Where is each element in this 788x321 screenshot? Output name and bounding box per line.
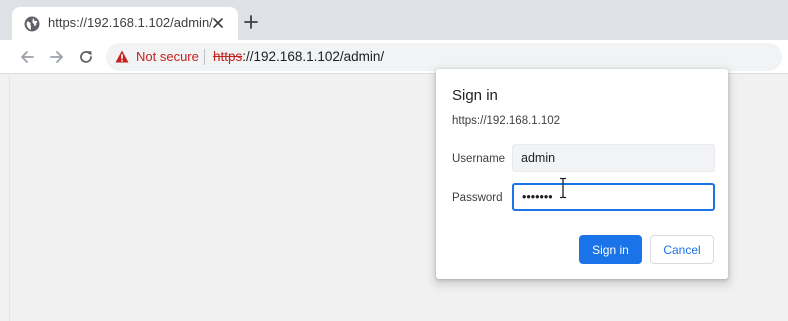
security-status-label[interactable]: Not secure	[136, 49, 199, 64]
username-label: Username	[452, 153, 506, 165]
url-text[interactable]: https://192.168.1.102/admin/	[213, 49, 384, 64]
sign-in-dialog: Sign in https://192.168.1.102 Username P…	[436, 69, 728, 279]
address-bar[interactable]: Not secure https://192.168.1.102/admin/	[106, 43, 782, 71]
text-cursor-icon	[560, 177, 566, 199]
arrow-left-icon[interactable]	[18, 48, 36, 66]
close-icon[interactable]	[211, 16, 225, 30]
password-field[interactable]	[512, 183, 715, 211]
password-label: Password	[452, 192, 503, 204]
reload-icon[interactable]	[77, 48, 95, 66]
dialog-title: Sign in	[452, 87, 498, 104]
omnibox-divider	[204, 49, 205, 65]
page-divider	[9, 75, 10, 321]
dialog-origin: https://192.168.1.102	[452, 115, 561, 127]
arrow-right-icon[interactable]	[48, 48, 66, 66]
username-field[interactable]	[512, 144, 715, 172]
browser-tab[interactable]: https://192.168.1.102/admin/	[12, 7, 238, 40]
url-scheme: https	[213, 49, 243, 64]
tab-strip: https://192.168.1.102/admin/	[0, 0, 788, 40]
globe-icon	[24, 16, 40, 32]
warning-triangle-icon[interactable]	[115, 50, 129, 63]
sign-in-button[interactable]: Sign in	[579, 235, 642, 264]
plus-icon[interactable]	[244, 15, 258, 29]
tab-title: https://192.168.1.102/admin/	[48, 15, 213, 30]
cancel-button[interactable]: Cancel	[650, 235, 714, 264]
url-host-path: ://192.168.1.102/admin/	[242, 49, 385, 64]
